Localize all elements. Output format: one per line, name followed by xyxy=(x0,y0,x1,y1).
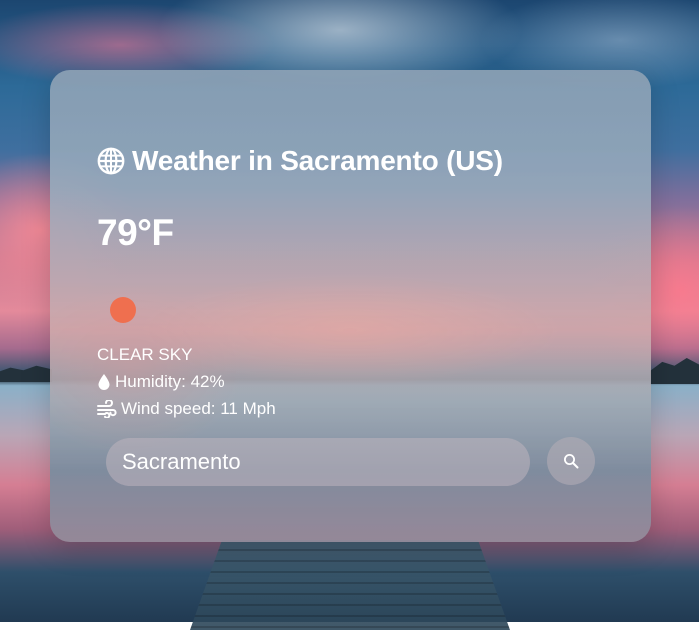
weather-header: Weather in Sacramento (US) xyxy=(97,145,503,177)
city-search-input[interactable] xyxy=(106,438,530,486)
humidity-label: Humidity: 42% xyxy=(115,372,225,391)
search-button[interactable] xyxy=(547,437,595,485)
temperature-value: 79°F xyxy=(97,212,174,253)
wind-speed-label: Wind speed: 11 Mph xyxy=(121,399,276,418)
weather-condition: CLEAR SKY xyxy=(97,345,193,364)
wind-row: Wind speed: 11 Mph xyxy=(97,399,276,419)
wind-icon xyxy=(97,400,117,418)
page-title: Weather in Sacramento (US) xyxy=(132,145,503,176)
search-icon xyxy=(564,454,579,469)
humidity-row: Humidity: 42% xyxy=(97,372,225,392)
background-pier-planks xyxy=(190,540,510,630)
sun-icon xyxy=(110,297,136,323)
droplet-icon xyxy=(98,374,110,390)
globe-icon xyxy=(97,147,125,175)
